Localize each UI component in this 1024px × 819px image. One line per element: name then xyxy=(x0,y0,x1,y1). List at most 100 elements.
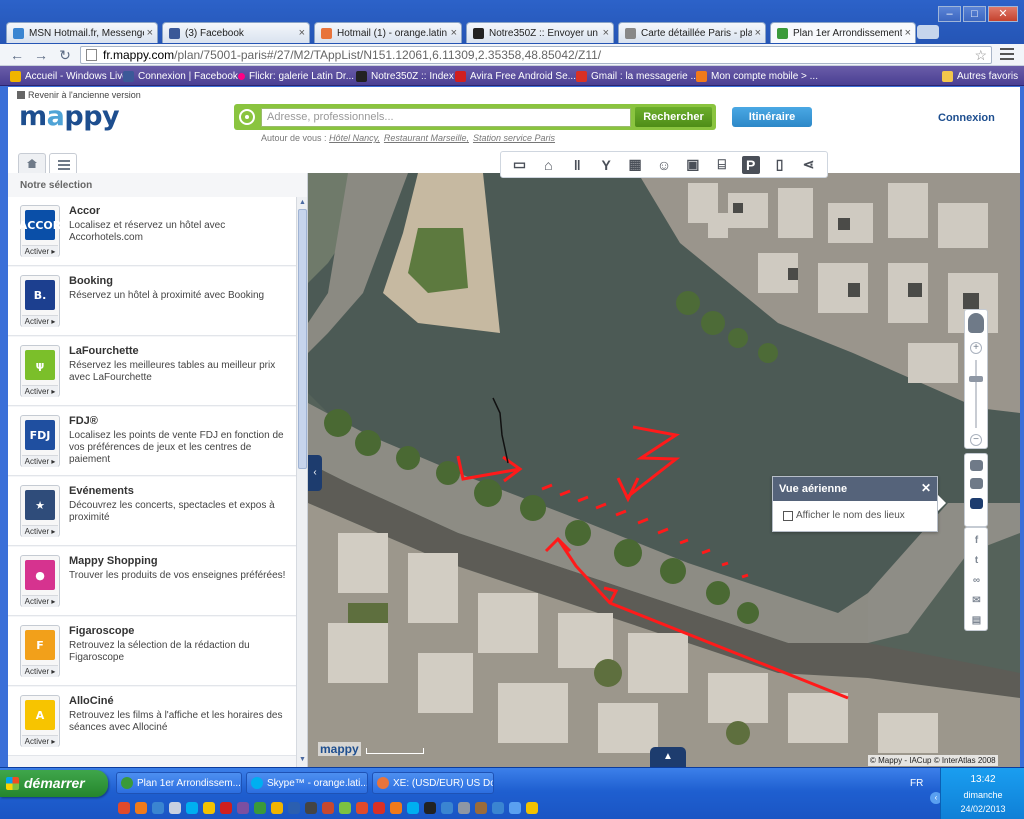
sidebar-scrollbar[interactable]: ▲ ▼ xyxy=(296,197,307,767)
share-icon[interactable]: ⋖ xyxy=(800,156,818,174)
zoom-out-icon[interactable]: − xyxy=(970,434,982,446)
bookmark-item[interactable]: Avira Free Android Se... xyxy=(455,69,576,83)
list-item[interactable]: ψ Activer ▸ LaFourchette Réservez les meill… xyxy=(8,337,296,406)
item-name[interactable]: Figaroscope xyxy=(69,625,134,637)
skype-icon[interactable] xyxy=(186,802,198,814)
zoom-track[interactable] xyxy=(975,360,977,428)
messenger-icon[interactable] xyxy=(203,802,215,814)
item-name[interactable]: Accor xyxy=(69,205,100,217)
app-icon[interactable] xyxy=(288,802,300,814)
car-icon[interactable] xyxy=(970,460,983,471)
item-name[interactable]: Mappy Shopping xyxy=(69,555,158,567)
zoom-control[interactable]: + − xyxy=(964,309,988,449)
app-icon[interactable] xyxy=(118,802,130,814)
app-icon[interactable] xyxy=(339,802,351,814)
app-icon[interactable] xyxy=(322,802,334,814)
show-place-names-label[interactable]: Afficher le nom des lieux xyxy=(796,510,905,521)
app-icon[interactable] xyxy=(492,802,504,814)
window-close-button[interactable]: ✕ xyxy=(988,6,1018,22)
close-icon[interactable]: × xyxy=(905,27,911,39)
tab-list[interactable] xyxy=(49,153,77,173)
bookmark-item[interactable]: Connexion | Facebook xyxy=(123,69,238,83)
login-link[interactable]: Connexion xyxy=(938,112,995,124)
zoom-in-icon[interactable]: + xyxy=(970,342,982,354)
app-icon[interactable] xyxy=(509,802,521,814)
print-icon[interactable]: ▤ xyxy=(970,614,983,627)
item-name[interactable]: Booking xyxy=(69,275,113,287)
back-icon[interactable]: ← xyxy=(8,47,26,63)
parking-icon[interactable]: P xyxy=(741,155,760,174)
minimize-button[interactable]: – xyxy=(938,6,961,22)
around-link[interactable]: Station service Paris xyxy=(473,133,555,143)
search-input[interactable]: Adresse, professionnels... xyxy=(261,108,631,127)
close-icon[interactable]: × xyxy=(299,27,305,39)
around-link[interactable]: Restaurant Marseille, xyxy=(384,133,469,143)
list-item[interactable]: ★ Activer ▸ Evénements Découvrez les concer… xyxy=(8,477,296,546)
collapse-sidebar-button[interactable]: ‹ xyxy=(308,455,322,491)
aerial-map[interactable] xyxy=(308,173,1020,767)
zoom-slider[interactable] xyxy=(969,376,983,382)
locate-icon[interactable] xyxy=(239,109,255,125)
itinerary-button[interactable]: Itinéraire xyxy=(732,107,812,127)
cinema-icon[interactable]: ▦ xyxy=(626,156,644,174)
bookmark-item[interactable]: Mon compte mobile > ... xyxy=(696,69,818,83)
ie-icon[interactable] xyxy=(152,802,164,814)
bus-icon[interactable] xyxy=(970,478,983,489)
back-old-version-link[interactable]: Revenir à l'ancienne version xyxy=(17,90,141,100)
system-tray-clock[interactable]: 13:42 dimanche 24/02/2013 xyxy=(940,768,1024,819)
language-indicator[interactable]: FR xyxy=(910,778,923,789)
activate-button[interactable]: Activer ▸ xyxy=(22,595,58,607)
app-icon[interactable] xyxy=(271,802,283,814)
maximize-button[interactable]: □ xyxy=(963,6,986,22)
new-tab-button[interactable] xyxy=(917,25,939,39)
show-place-names-checkbox[interactable] xyxy=(783,511,793,521)
activate-button[interactable]: Activer ▸ xyxy=(22,455,58,467)
start-button[interactable]: démarrer xyxy=(0,770,108,797)
app-icon[interactable] xyxy=(169,802,181,814)
mappy-logo[interactable]: mappy xyxy=(19,101,120,132)
item-name[interactable]: AlloCiné xyxy=(69,695,114,707)
facebook-icon[interactable]: f xyxy=(970,534,983,547)
taskbar-item[interactable]: XE: (USD/EUR) US Do... xyxy=(372,772,494,794)
app-icon[interactable] xyxy=(237,802,249,814)
bed-icon[interactable]: ▭ xyxy=(510,156,528,174)
bookmark-item[interactable]: Notre350Z :: Index xyxy=(356,69,454,83)
menu-icon[interactable] xyxy=(1000,48,1014,63)
activate-button[interactable]: Activer ▸ xyxy=(22,245,58,257)
app-icon[interactable] xyxy=(441,802,453,814)
shield-icon[interactable] xyxy=(526,802,538,814)
list-item[interactable]: A Activer ▸ AlloCiné Retrouvez les films à … xyxy=(8,687,296,756)
app-icon[interactable] xyxy=(305,802,317,814)
house-icon[interactable]: ⌂ xyxy=(539,156,557,174)
bookmark-item[interactable]: Flickr: galerie Latin Dr... xyxy=(238,69,354,83)
activate-button[interactable]: Activer ▸ xyxy=(22,385,58,397)
star-icon[interactable]: ☆ xyxy=(974,47,987,63)
taskbar-item[interactable]: Skype™ - orange.lati... xyxy=(246,772,368,794)
browser-tab[interactable]: Carte détaillée Paris - plan × xyxy=(618,22,766,43)
pan-icon[interactable] xyxy=(968,313,984,333)
address-bar[interactable]: fr.mappy.com/plan/75001-paris#/27/M2/TAp… xyxy=(80,46,992,64)
close-icon[interactable]: × xyxy=(603,27,609,39)
app-icon[interactable] xyxy=(407,802,419,814)
expand-panel-button[interactable]: ▲ xyxy=(650,747,686,767)
browser-tab[interactable]: Hotmail (1) - orange.latin × xyxy=(314,22,462,43)
satellite-icon[interactable] xyxy=(970,498,983,509)
app-icon[interactable] xyxy=(475,802,487,814)
item-name[interactable]: Evénements xyxy=(69,485,134,497)
list-item[interactable]: ACCOR Activer ▸ Accor Localisez et réservez… xyxy=(8,197,296,266)
tab-home[interactable] xyxy=(18,153,46,173)
mail-icon[interactable]: ✉ xyxy=(970,594,983,607)
forward-icon[interactable]: → xyxy=(32,47,50,63)
chrome-icon[interactable] xyxy=(254,802,266,814)
scroll-thumb[interactable] xyxy=(298,209,307,469)
activate-button[interactable]: Activer ▸ xyxy=(22,315,58,327)
app-icon[interactable] xyxy=(458,802,470,814)
taskbar-item[interactable]: Plan 1er Arrondissem... xyxy=(116,772,242,794)
bookmark-item[interactable]: Gmail : la messagerie ... xyxy=(576,69,699,83)
firefox-icon[interactable] xyxy=(135,802,147,814)
app-icon[interactable] xyxy=(220,802,232,814)
list-item[interactable]: ● Activer ▸ Mappy Shopping Trouver les prod… xyxy=(8,547,296,616)
list-item[interactable]: B. Activer ▸ Booking Réservez un hôtel à pr… xyxy=(8,267,296,336)
link-icon[interactable]: ∞ xyxy=(970,574,983,587)
close-icon[interactable]: × xyxy=(451,27,457,39)
